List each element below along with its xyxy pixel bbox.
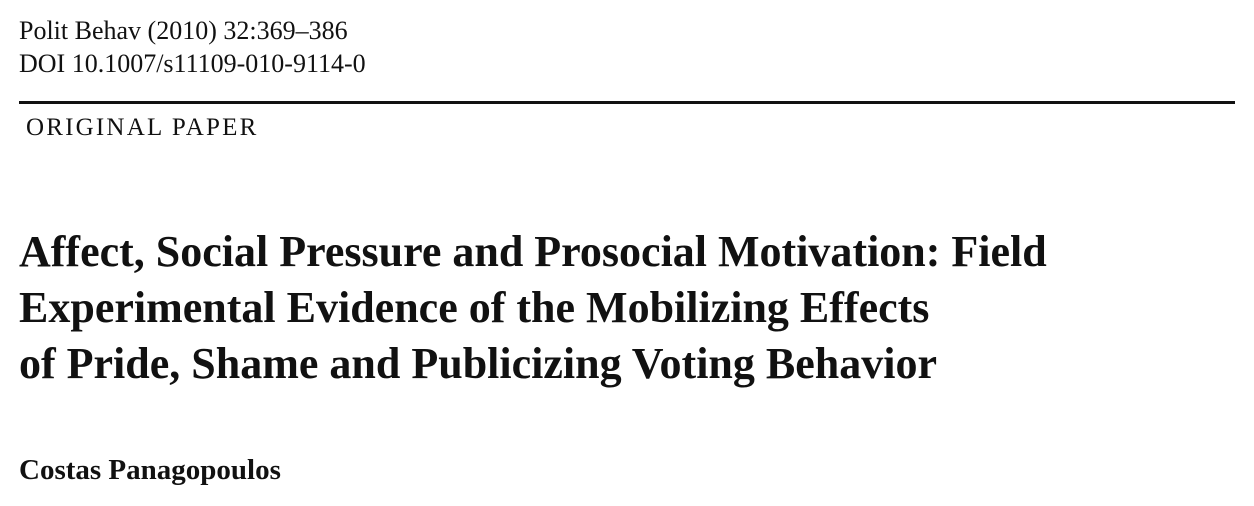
- title-line-1: Affect, Social Pressure and Prosocial Mo…: [19, 227, 1047, 276]
- header-rule: [19, 101, 1235, 104]
- paper-title: Affect, Social Pressure and Prosocial Mo…: [19, 224, 1229, 392]
- journal-citation: Polit Behav (2010) 32:369–386: [19, 16, 348, 45]
- doi: DOI 10.1007/s11109-010-9114-0: [19, 49, 366, 78]
- author-name: Costas Panagopoulos: [19, 454, 281, 486]
- paper-type-label: ORIGINAL PAPER: [26, 114, 259, 141]
- title-line-3: of Pride, Shame and Publicizing Voting B…: [19, 339, 937, 388]
- title-line-2: Experimental Evidence of the Mobilizing …: [19, 283, 930, 332]
- journal-reference: Polit Behav (2010) 32:369–386 DOI 10.100…: [19, 14, 366, 80]
